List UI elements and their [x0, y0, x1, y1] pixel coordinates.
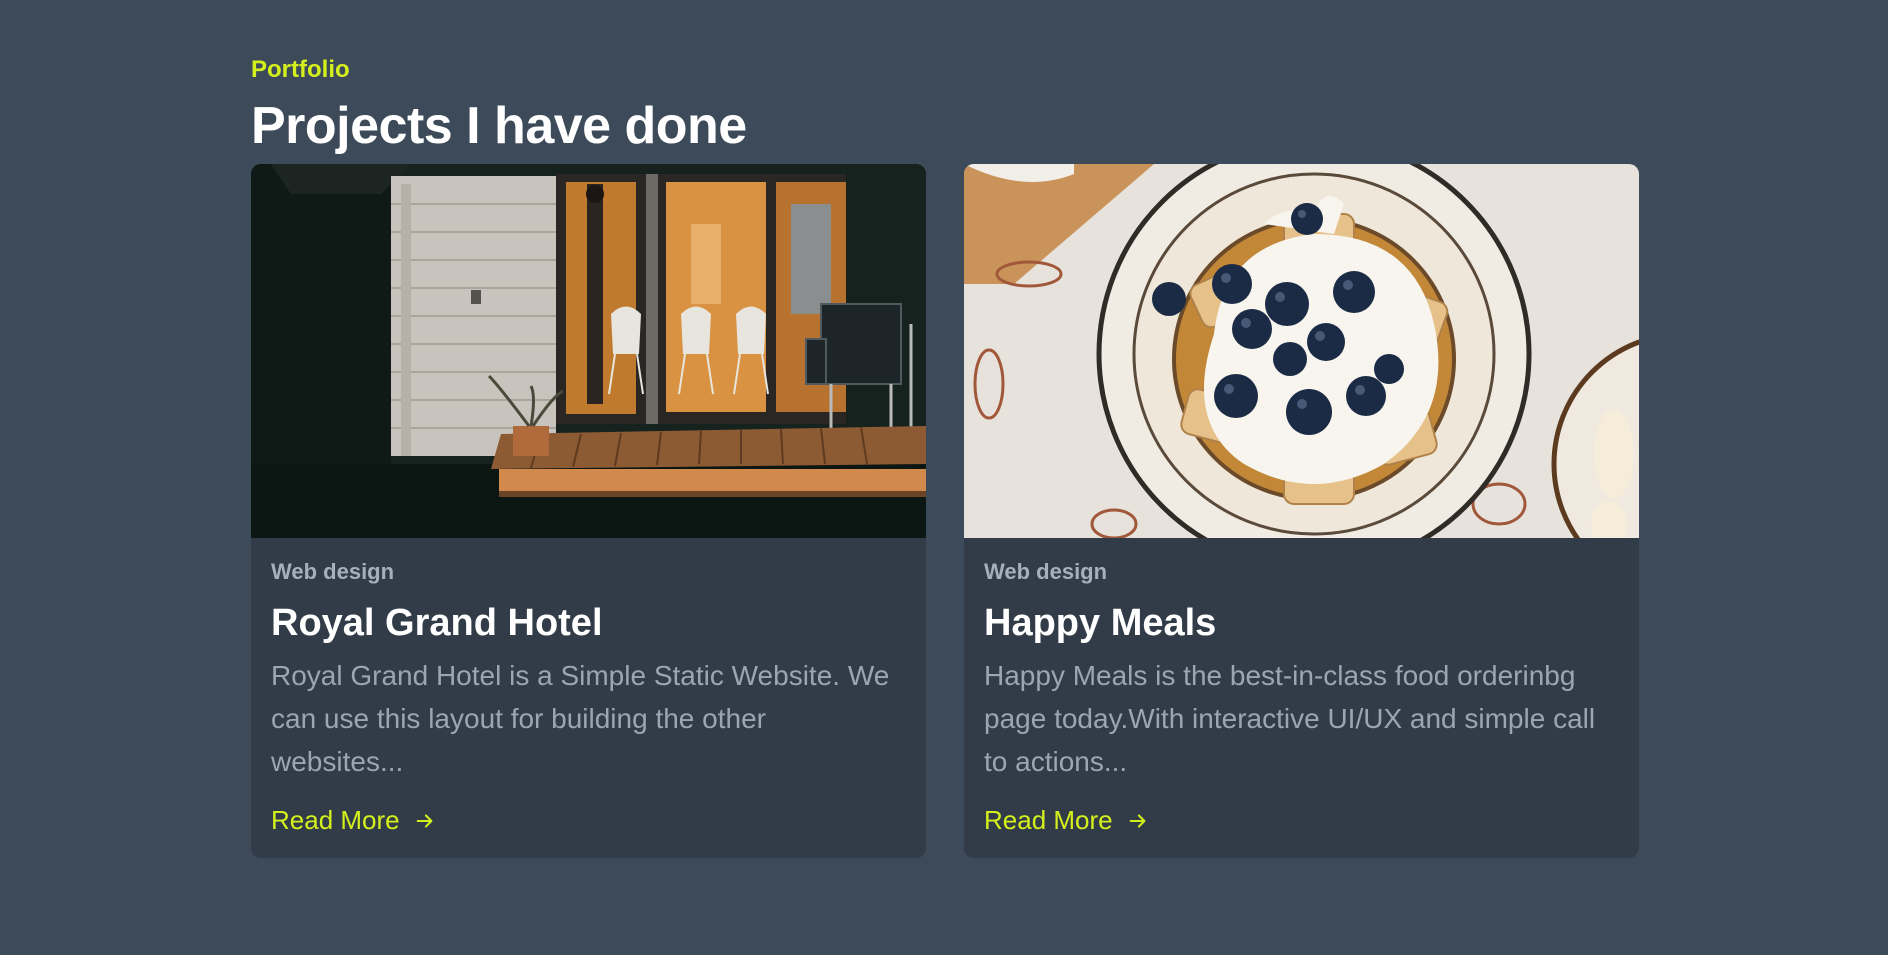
section-heading: Projects I have done: [251, 97, 747, 155]
read-more-label: Read More: [984, 805, 1113, 835]
project-card: Web design Happy Meals Happy Meals is th…: [964, 164, 1639, 858]
portfolio-section: Portfolio Projects I have done Web desig…: [251, 54, 1639, 858]
arrow-right-icon: [1129, 813, 1146, 828]
project-description: Happy Meals is the best-in-class food or…: [984, 660, 1596, 777]
project-card-body: Web design Happy Meals Happy Meals is th…: [964, 538, 1639, 836]
project-image-cabin: [251, 164, 926, 538]
project-description: Royal Grand Hotel is a Simple Static Web…: [271, 660, 890, 777]
project-title: Royal Grand Hotel: [271, 602, 603, 644]
section-eyebrow: Portfolio: [251, 56, 350, 83]
read-more-link[interactable]: Read More: [984, 805, 1149, 836]
projects-grid: Web design Royal Grand Hotel Royal Grand…: [251, 164, 1639, 858]
project-card-body: Web design Royal Grand Hotel Royal Grand…: [251, 538, 926, 836]
read-more-link[interactable]: Read More: [271, 805, 436, 836]
project-tag: Web design: [984, 559, 1108, 584]
project-title: Happy Meals: [984, 602, 1217, 644]
read-more-label: Read More: [271, 805, 400, 835]
arrow-right-icon: [416, 813, 433, 828]
project-card: Web design Royal Grand Hotel Royal Grand…: [251, 164, 926, 858]
project-tag: Web design: [271, 559, 395, 584]
project-image-waffles: [964, 164, 1639, 538]
